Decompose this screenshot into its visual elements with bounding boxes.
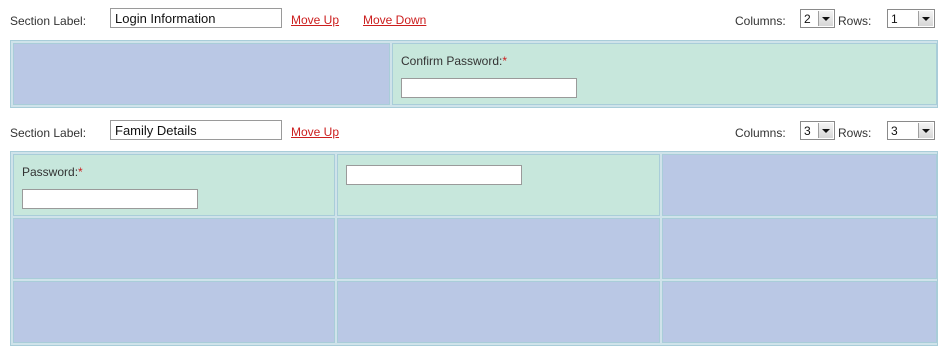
move-down-link[interactable]: Move Down — [363, 13, 426, 27]
section-1-grid: Confirm Password:* — [10, 40, 938, 108]
columns-value: 2 — [804, 12, 811, 26]
empty-cell[interactable] — [13, 281, 335, 343]
empty-cell[interactable] — [662, 218, 937, 279]
rows-value: 3 — [891, 124, 898, 138]
columns-select[interactable]: 3 — [800, 121, 835, 140]
rows-label: Rows: — [838, 126, 872, 140]
required-asterisk: * — [502, 54, 508, 68]
required-asterisk: * — [78, 165, 83, 179]
columns-select[interactable]: 2 — [800, 9, 835, 28]
field-cell-unlabeled[interactable] — [337, 154, 660, 216]
rows-value: 1 — [891, 12, 898, 26]
section-name-input[interactable] — [110, 120, 282, 140]
empty-cell[interactable] — [13, 43, 390, 105]
move-up-link[interactable]: Move Up — [291, 125, 339, 139]
section-name-input[interactable] — [110, 8, 282, 28]
columns-label: Columns: — [735, 126, 786, 140]
section-1-header: Section Label: Move Up Move Down Columns… — [0, 6, 938, 34]
section-2-grid: Password:* — [10, 151, 938, 346]
empty-cell[interactable] — [662, 281, 937, 343]
field-cell-password[interactable]: Password:* — [13, 154, 335, 216]
section-label-text: Section Label: — [10, 14, 87, 28]
empty-cell[interactable] — [662, 154, 937, 216]
section-label-text: Section Label: — [10, 126, 87, 140]
field-label: Confirm Password:* — [401, 54, 508, 68]
empty-cell[interactable] — [13, 218, 335, 279]
rows-select[interactable]: 1 — [887, 9, 935, 28]
unlabeled-field-input[interactable] — [346, 165, 522, 185]
chevron-down-icon — [818, 11, 833, 26]
columns-value: 3 — [804, 124, 811, 138]
field-cell-confirm-password[interactable]: Confirm Password:* — [392, 43, 937, 105]
rows-label: Rows: — [838, 14, 872, 28]
chevron-down-icon — [918, 11, 933, 26]
confirm-password-input[interactable] — [401, 78, 577, 98]
section-2-header: Section Label: Move Up Columns: 3 Rows: … — [0, 118, 938, 146]
move-up-link[interactable]: Move Up — [291, 13, 339, 27]
chevron-down-icon — [818, 123, 833, 138]
chevron-down-icon — [918, 123, 933, 138]
empty-cell[interactable] — [337, 218, 660, 279]
password-input[interactable] — [22, 189, 198, 209]
empty-cell[interactable] — [337, 281, 660, 343]
columns-label: Columns: — [735, 14, 786, 28]
field-label: Password:* — [22, 165, 83, 179]
rows-select[interactable]: 3 — [887, 121, 935, 140]
